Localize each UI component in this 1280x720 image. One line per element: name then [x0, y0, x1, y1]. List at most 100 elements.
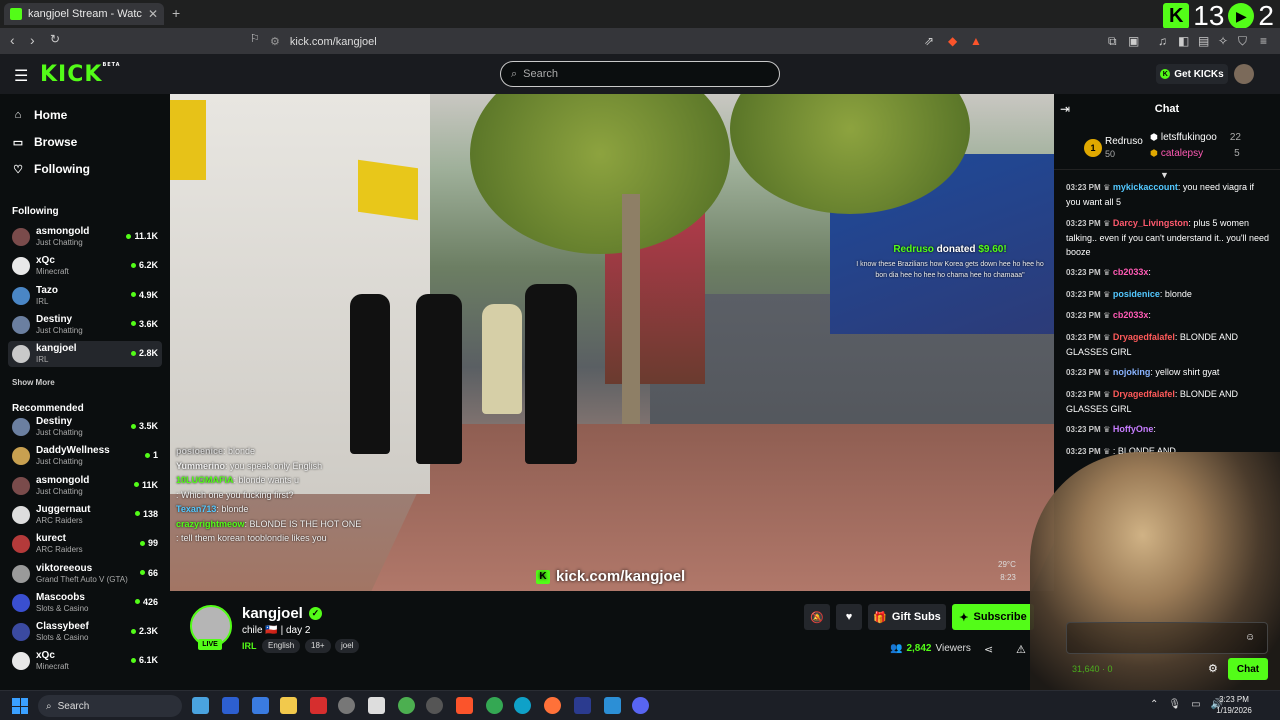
media-icon[interactable]: ♫	[1158, 34, 1167, 48]
chat-message[interactable]: 03:23 PM ♛ cb2033x:	[1066, 265, 1270, 280]
report-icon[interactable]: ⚠	[1016, 643, 1026, 656]
file-explorer-icon[interactable]	[280, 697, 297, 714]
vscode-icon[interactable]	[604, 697, 621, 714]
nav-home[interactable]: ⌂ Home	[12, 108, 68, 122]
emoji-icon[interactable]: ☺	[1245, 632, 1255, 643]
sidebar-channel-xqc[interactable]: xQc Minecraft 6.2K	[8, 253, 162, 279]
tag-english[interactable]: English	[262, 639, 301, 653]
chat-message[interactable]: 03:23 PM ♛ nojoking: yellow shirt gyat	[1066, 365, 1270, 380]
chat-message[interactable]: 03:23 PM ♛ HoffyOne:	[1066, 422, 1270, 437]
gift-subs-button[interactable]: 🎁 Gift Subs	[868, 604, 946, 630]
sidebar-toggle-icon[interactable]: ◧	[1178, 34, 1189, 48]
sidebar-channel-asmongold[interactable]: asmongold Just Chatting 11.1K	[8, 224, 162, 250]
taskbar-app-icon[interactable]	[368, 697, 385, 714]
extensions-icon[interactable]: ⧉	[1108, 34, 1117, 49]
taskbar-app-icon[interactable]	[222, 697, 239, 714]
chat-settings-icon[interactable]: ⚙	[1208, 662, 1218, 675]
sidebar-channel-viktoreeous[interactable]: viktoreeous Grand Theft Auto V (GTA) 66	[8, 561, 162, 587]
taskbar-app-icon[interactable]	[574, 697, 591, 714]
tag-18plus[interactable]: 18+	[305, 639, 331, 653]
close-tab-icon[interactable]: ✕	[148, 7, 158, 21]
leo-ai-icon[interactable]: ✧	[1218, 34, 1228, 48]
brave-rewards-icon[interactable]: ▲	[970, 34, 982, 48]
taskbar-app-icon[interactable]	[398, 697, 415, 714]
chat-message[interactable]: 03:23 PM ♛ mykickaccount: you need viagr…	[1066, 180, 1270, 209]
brave-browser-icon[interactable]	[456, 697, 473, 714]
nav-browse[interactable]: ▭ Browse	[12, 135, 78, 149]
send-chat-button[interactable]: Chat	[1228, 658, 1268, 680]
hamburger-menu-icon[interactable]: ☰	[14, 66, 28, 86]
chat-message[interactable]: 03:23 PM ♛ posidenice: blonde	[1066, 287, 1270, 302]
collapse-chat-icon[interactable]: ⇥	[1060, 102, 1070, 116]
windows-start-icon[interactable]	[12, 698, 28, 714]
sidebar-channel-kangjoel[interactable]: kangjoel IRL 2.8K	[8, 341, 162, 368]
url-field[interactable]: ⚙ kick.com/kangjoel	[270, 33, 1000, 50]
leader-3[interactable]: ⬢ catalepsy 5	[1150, 148, 1240, 159]
sidebar-channel-destiny[interactable]: Destiny Just Chatting 3.5K	[8, 414, 162, 440]
screenshot-icon[interactable]: ▣	[1128, 34, 1139, 48]
taskbar-app-icon[interactable]	[252, 697, 269, 714]
tag-joel[interactable]: joel	[335, 639, 360, 653]
brave-shields-icon[interactable]: ◆	[948, 34, 957, 48]
taskbar-search[interactable]: ⌕ Search	[38, 695, 182, 717]
wallet-icon[interactable]: ▤	[1198, 34, 1209, 48]
sidebar-channel-mascoobs[interactable]: Mascoobs Slots & Casino 426	[8, 590, 162, 616]
sidebar-channel-destiny[interactable]: Destiny Just Chatting 3.6K	[8, 312, 162, 338]
get-kicks-button[interactable]: K Get KICKs	[1156, 64, 1228, 84]
sidebar-channel-xqc[interactable]: xQc Minecraft 6.1K	[8, 648, 162, 674]
bookmark-icon[interactable]: ⚐	[250, 32, 260, 45]
sidebar-channel-asmongold[interactable]: asmongold Just Chatting 11K	[8, 473, 162, 499]
chat-message[interactable]: 03:23 PM ♛ Darcy_Livingston: plus 5 wome…	[1066, 216, 1270, 259]
browser-menu-icon[interactable]: ≡	[1260, 34, 1267, 48]
show-more-link[interactable]: Show More	[12, 378, 55, 387]
chat-username[interactable]: Darcy_Livingston	[1113, 218, 1189, 228]
follow-button[interactable]: ♥	[836, 604, 862, 630]
taskbar-clock[interactable]: 3:23 PM 1/19/2026	[1206, 694, 1262, 716]
mic-icon[interactable]: 🎙	[1168, 699, 1181, 710]
streamer-name[interactable]: kangjoel ✓	[242, 605, 322, 622]
sidebar-channel-daddywellness[interactable]: DaddyWellness Just Chatting 1	[8, 443, 162, 469]
browser-tab[interactable]: kangjoel Stream - Watch Live ✕	[4, 3, 164, 25]
chat-username[interactable]: mykickaccount	[1113, 182, 1178, 192]
taskbar-app-icon[interactable]	[192, 697, 209, 714]
mute-notifications-button[interactable]: 🔕	[804, 604, 830, 630]
taskbar-app-icon[interactable]	[426, 697, 443, 714]
chat-message[interactable]: 03:23 PM ♛ Dryagedfalafel: BLONDE AND GL…	[1066, 387, 1270, 416]
user-avatar[interactable]	[1234, 64, 1254, 84]
sidebar-channel-tazo[interactable]: Tazo IRL 4.9K	[8, 283, 162, 309]
stream-category[interactable]: IRL	[242, 641, 257, 651]
subscribe-button[interactable]: ✦ Subscribe	[952, 604, 1034, 630]
nav-following[interactable]: ♡ Following	[12, 162, 90, 176]
edge-icon[interactable]	[514, 697, 531, 714]
chat-username[interactable]: cb2033x	[1113, 267, 1149, 277]
share-icon[interactable]: ⋖	[984, 643, 993, 656]
sidebar-channel-kurect[interactable]: kurect ARC Raiders 99	[8, 531, 162, 557]
chat-username[interactable]: HoffyOne	[1113, 424, 1154, 434]
chat-username[interactable]: cb2033x	[1113, 310, 1149, 320]
share-page-icon[interactable]: ⇗	[924, 34, 934, 48]
pinned-toggle-icon[interactable]: ▼	[1160, 170, 1169, 180]
leader-2[interactable]: ⬢ letsffukingoo 22	[1150, 132, 1241, 143]
forward-icon[interactable]: ›	[30, 32, 35, 48]
discord-icon[interactable]	[632, 697, 649, 714]
leader-1[interactable]: 1 Redruso 50	[1084, 136, 1143, 160]
chrome-icon[interactable]	[486, 697, 503, 714]
tray-chevron-icon[interactable]: ⌃	[1150, 699, 1158, 710]
reload-icon[interactable]: ↻	[50, 32, 60, 46]
chat-username[interactable]: Dryagedfalafel	[1113, 332, 1175, 342]
video-player[interactable]: Redruso donated $9.60! I know these Braz…	[170, 94, 1054, 591]
chat-username[interactable]: posidenice	[1113, 289, 1160, 299]
chat-username[interactable]: Dryagedfalafel	[1113, 389, 1175, 399]
chat-message[interactable]: 03:23 PM ♛ cb2033x:	[1066, 308, 1270, 323]
site-info-icon[interactable]: ⚙	[270, 35, 280, 48]
sidebar-channel-classybeef[interactable]: Classybeef Slots & Casino 2.3K	[8, 619, 162, 645]
taskbar-app-icon[interactable]	[338, 697, 355, 714]
chat-message[interactable]: 03:23 PM ♛ Dryagedfalafel: BLONDE AND GL…	[1066, 330, 1270, 359]
vpn-icon[interactable]: ⛉	[1238, 34, 1247, 49]
sidebar-channel-juggernaut[interactable]: Juggernaut ARC Raiders 138	[8, 502, 162, 528]
new-tab-button[interactable]: +	[172, 5, 180, 21]
kick-logo[interactable]: KICKBETA	[40, 62, 121, 87]
taskbar-app-icon[interactable]	[310, 697, 327, 714]
chat-input[interactable]	[1066, 622, 1268, 654]
back-icon[interactable]: ‹	[10, 32, 15, 48]
